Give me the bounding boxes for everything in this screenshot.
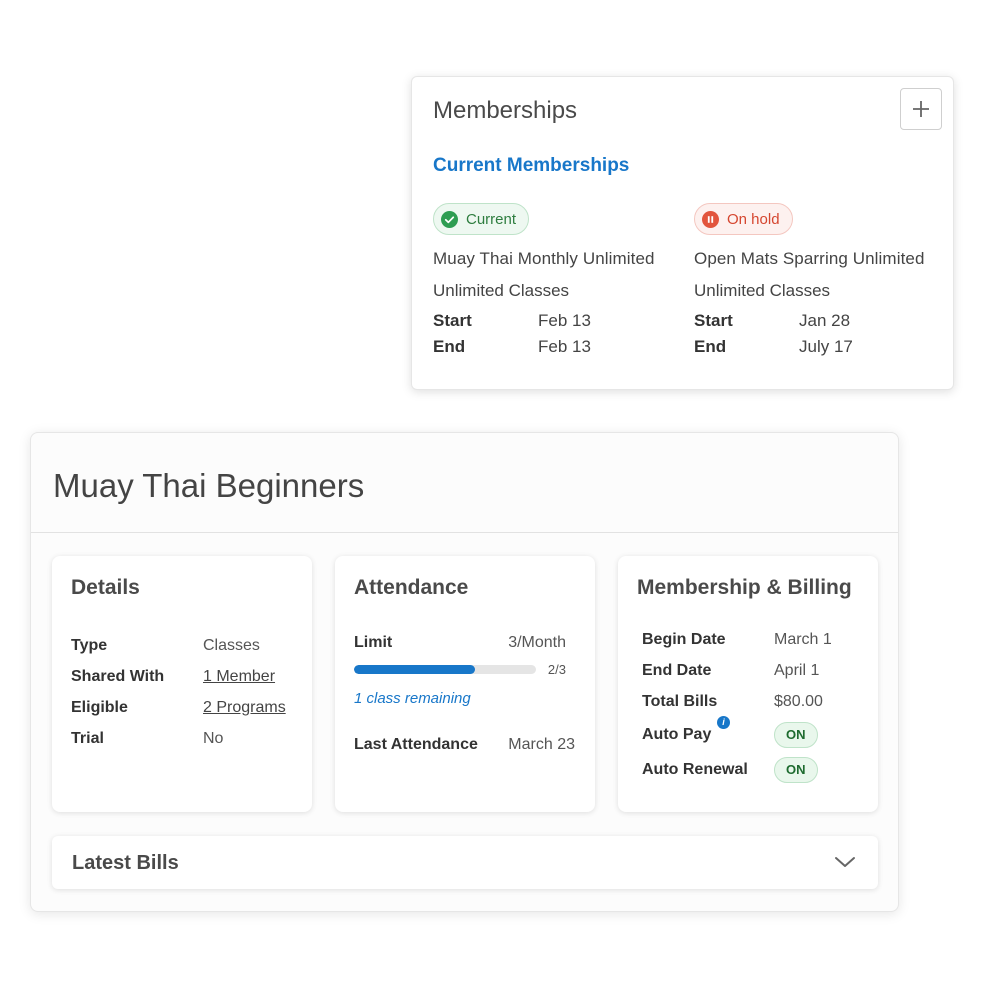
memberships-title: Memberships: [433, 97, 578, 124]
attendance-title: Attendance: [354, 576, 469, 599]
progress-count: 2/3: [547, 662, 566, 677]
billing-list: Begin Date March 1 End Date April 1 Tota…: [642, 624, 868, 787]
attendance-limit: Limit 3/Month: [354, 634, 566, 652]
start-value: Jan 28: [799, 311, 851, 330]
trial-label: Trial: [71, 729, 104, 747]
billing-panel: Membership & Billing Begin Date March 1 …: [618, 556, 878, 812]
begin-date-label: Begin Date: [642, 630, 726, 648]
details-row-shared: Shared With 1 Member: [71, 661, 302, 692]
shared-with-label: Shared With: [71, 667, 165, 685]
type-value: Classes: [203, 636, 260, 654]
total-bills-value: $80.00: [774, 692, 823, 710]
membership-name: Muay Thai Monthly Unlimited: [433, 249, 655, 268]
details-row-eligible: Eligible 2 Programs: [71, 692, 302, 723]
limit-value: 3/Month: [508, 634, 566, 651]
end-date-value: April 1: [774, 661, 820, 679]
membership-name: Open Mats Sparring Unlimited: [694, 249, 925, 268]
end-value: Feb 13: [538, 337, 591, 356]
eligible-programs-link[interactable]: 2 Programs: [203, 699, 286, 717]
status-badge-on-hold: On hold: [694, 203, 793, 235]
trial-value: No: [203, 729, 224, 747]
progress-track: [354, 665, 536, 674]
auto-pay-label-wrap: Auto Pay i: [642, 715, 774, 744]
last-attendance-label: Last Attendance: [354, 736, 478, 753]
start-label: Start: [433, 311, 472, 330]
end-date-label: End Date: [642, 661, 712, 679]
auto-renewal-label: Auto Renewal: [642, 760, 748, 778]
auto-renewal-row: Auto Renewal ON: [642, 752, 868, 787]
begin-date-value: March 1: [774, 630, 832, 648]
details-title: Details: [71, 576, 140, 599]
info-icon[interactable]: i: [717, 715, 730, 729]
start-value: Feb 13: [538, 311, 591, 330]
details-row-type: Type Classes: [71, 630, 302, 661]
begin-date-row: Begin Date March 1: [642, 624, 868, 655]
type-label: Type: [71, 636, 108, 654]
progress-fill: [354, 665, 476, 674]
add-membership-button[interactable]: [900, 88, 942, 130]
check-circle-icon: [441, 210, 458, 228]
attendance-panel: Attendance Limit 3/Month 2/3 1 class rem…: [335, 556, 595, 812]
eligible-label: Eligible: [71, 698, 128, 716]
auto-pay-label: Auto Pay: [642, 725, 712, 743]
latest-bills-accordion[interactable]: Latest Bills: [52, 836, 878, 889]
total-bills-label: Total Bills: [642, 692, 718, 710]
limit-label: Limit: [354, 634, 393, 651]
memberships-card: Memberships Current Memberships Current …: [411, 76, 954, 390]
program-card: Muay Thai Beginners Details Type Classes…: [30, 432, 899, 912]
status-label: Current: [466, 210, 517, 228]
status-label: On hold: [727, 210, 780, 228]
auto-pay-row: Auto Pay i ON: [642, 715, 868, 752]
attendance-progress: 2/3: [354, 662, 566, 677]
program-title: Muay Thai Beginners: [53, 467, 365, 504]
end-label: End: [694, 337, 727, 356]
chevron-down-icon[interactable]: [834, 855, 856, 869]
last-attendance: Last Attendance March 23: [354, 736, 575, 754]
membership-dates: Start Jan 28 End July 17: [694, 311, 944, 357]
current-memberships-heading: Current Memberships: [433, 155, 630, 176]
membership-classes: Unlimited Classes: [433, 281, 570, 300]
end-date-row: End Date April 1: [642, 655, 868, 686]
shared-with-link[interactable]: 1 Member: [203, 668, 275, 686]
details-panel: Details Type Classes Shared With 1 Membe…: [52, 556, 312, 812]
billing-title: Membership & Billing: [637, 576, 852, 599]
plus-icon: [913, 101, 929, 117]
membership-dates: Start Feb 13 End Feb 13: [433, 311, 683, 357]
status-badge-current: Current: [433, 203, 530, 235]
last-attendance-value: March 23: [508, 736, 575, 753]
latest-bills-title: Latest Bills: [72, 852, 179, 874]
end-label: End: [433, 337, 466, 356]
program-header: Muay Thai Beginners: [31, 433, 898, 533]
membership-classes: Unlimited Classes: [694, 281, 831, 300]
membership-item: On hold Open Mats Sparring Unlimited Unl…: [694, 203, 944, 357]
auto-pay-toggle[interactable]: ON: [774, 721, 818, 748]
start-label: Start: [694, 311, 733, 330]
membership-item: Current Muay Thai Monthly Unlimited Unli…: [433, 203, 683, 357]
auto-renewal-toggle[interactable]: ON: [774, 756, 818, 783]
end-value: July 17: [799, 337, 853, 356]
details-row-trial: Trial No: [71, 723, 302, 754]
classes-remaining: 1 class remaining: [354, 690, 471, 707]
pause-circle-icon: [702, 210, 719, 228]
details-list: Type Classes Shared With 1 Member Eligib…: [71, 630, 302, 754]
total-bills-row: Total Bills $80.00: [642, 686, 868, 717]
